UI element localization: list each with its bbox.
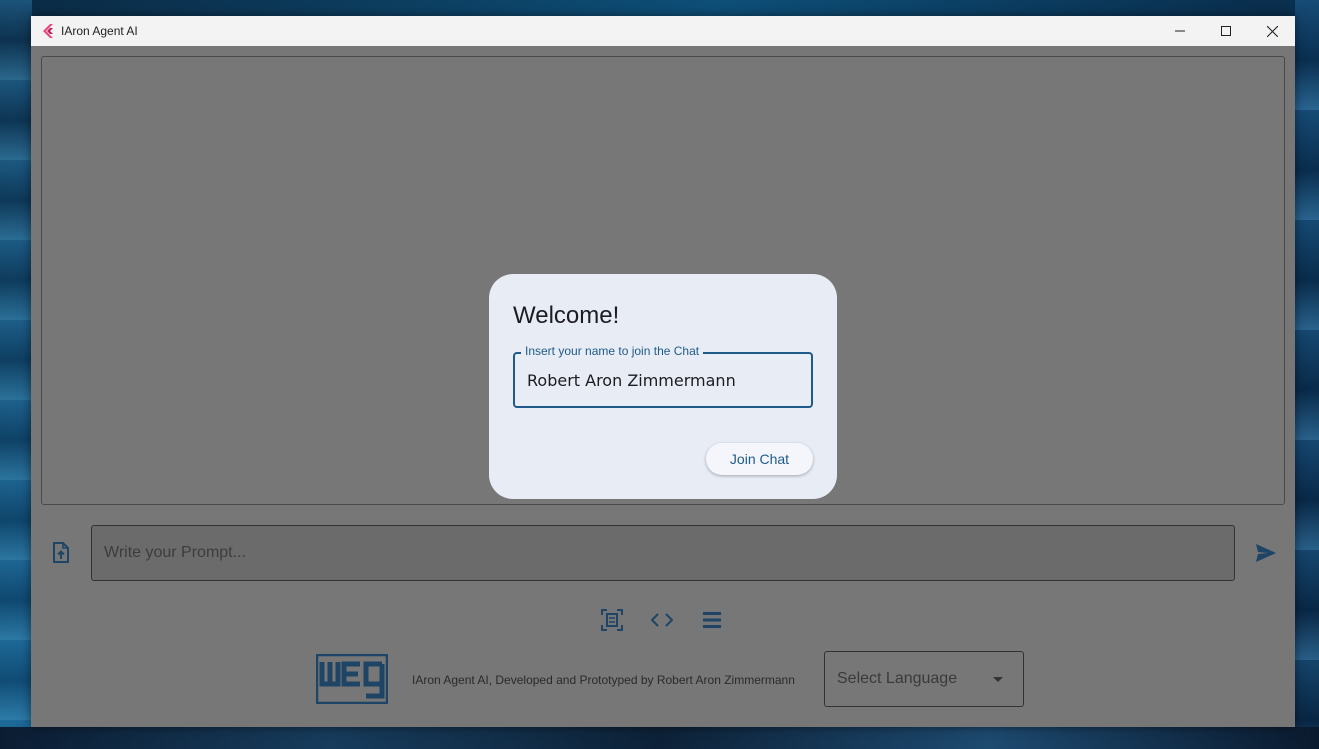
app-window: IAron Agent AI Write your Prompt... IAro…	[31, 16, 1295, 727]
dropdown-caret-icon	[993, 676, 1003, 682]
footer: IAron Agent AI, Developed and Prototyped…	[315, 651, 1026, 707]
desktop-background-left	[0, 0, 32, 749]
minimize-icon	[1175, 30, 1185, 32]
welcome-dialog: Welcome! Insert your name to join the Ch…	[489, 274, 837, 499]
send-icon	[1256, 544, 1276, 562]
prompt-input[interactable]	[91, 525, 1235, 581]
desktop-background-bottom	[0, 727, 1319, 749]
close-button[interactable]	[1249, 16, 1295, 46]
document-scanner-button[interactable]	[601, 609, 623, 631]
maximize-icon	[1221, 26, 1231, 36]
credit-text: IAron Agent AI, Developed and Prototyped…	[412, 673, 795, 687]
dialog-title: Welcome!	[513, 302, 620, 329]
desktop-background-right	[1295, 0, 1319, 749]
minimize-button[interactable]	[1157, 16, 1203, 46]
upload-file-icon	[53, 542, 69, 563]
name-input-label: Insert your name to join the Chat	[521, 344, 704, 358]
name-input[interactable]	[513, 352, 813, 408]
menu-icon	[703, 612, 721, 628]
weg-logo	[315, 653, 389, 705]
code-icon	[651, 613, 673, 627]
language-select-label: Select Language	[837, 670, 958, 687]
close-icon	[1266, 25, 1278, 37]
send-button[interactable]	[1255, 543, 1277, 563]
language-select[interactable]: Select Language	[824, 651, 1024, 707]
document-scanner-icon	[601, 609, 623, 631]
upload-file-button[interactable]	[51, 542, 71, 564]
app-logo-icon	[41, 23, 55, 39]
name-field-wrap: Insert your name to join the Chat	[513, 344, 813, 408]
tool-row	[601, 609, 723, 631]
title-bar[interactable]: IAron Agent AI	[31, 16, 1295, 46]
window-controls	[1157, 16, 1295, 46]
maximize-button[interactable]	[1203, 16, 1249, 46]
window-title: IAron Agent AI	[61, 24, 138, 38]
join-chat-button[interactable]: Join Chat	[706, 443, 813, 475]
menu-button[interactable]	[701, 609, 723, 631]
code-button[interactable]	[651, 609, 673, 631]
